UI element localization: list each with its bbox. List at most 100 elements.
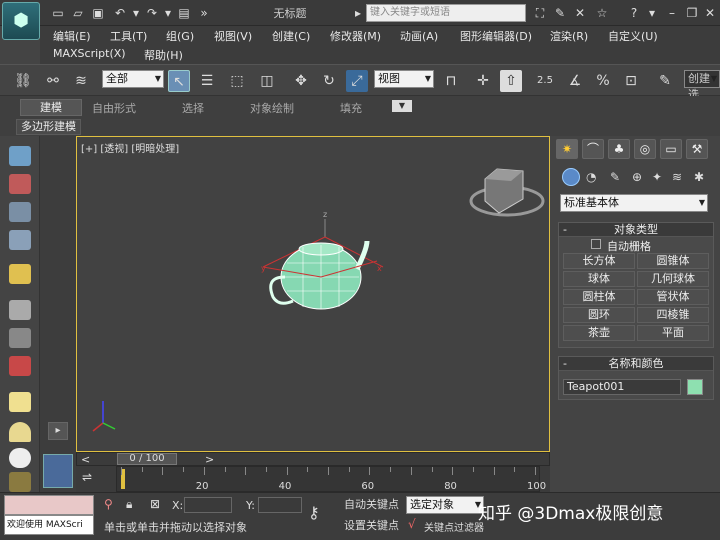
select-by-name-icon[interactable]: ☰	[196, 70, 218, 92]
tube-button[interactable]: 管状体	[637, 289, 709, 305]
layer-manager-icon[interactable]	[9, 202, 31, 222]
camera-icon[interactable]	[9, 300, 31, 320]
project-folder-icon[interactable]: ▤	[176, 5, 192, 21]
object-category-dropdown[interactable]: 标准基本体	[560, 194, 708, 212]
motion-tab-icon[interactable]: ◎	[634, 139, 656, 159]
autogrid-checkbox[interactable]	[591, 239, 601, 249]
time-slider-next[interactable]: >	[205, 453, 214, 466]
reference-coord-dropdown[interactable]: 视图	[374, 70, 434, 88]
object-color-swatch[interactable]	[687, 379, 703, 395]
tab-modeling[interactable]: 建模	[20, 99, 82, 116]
close-icon[interactable]: ✕	[702, 5, 718, 21]
plane-icon[interactable]	[9, 392, 31, 412]
systems-category-icon[interactable]: ✱	[694, 170, 704, 184]
favorites-star-icon[interactable]: ☆	[594, 5, 610, 21]
menu-graph-editors[interactable]: 图形编辑器(D)	[460, 28, 532, 44]
utilities-tab-icon[interactable]: ⚒	[686, 139, 708, 159]
help-icon[interactable]: ?	[626, 5, 642, 21]
bind-space-warp-icon[interactable]: ≋	[70, 70, 92, 92]
select-and-move-icon[interactable]: ✥	[290, 70, 312, 92]
create-tab-icon[interactable]: ✷	[556, 139, 578, 159]
redo-dropdown-icon[interactable]: ▾	[160, 5, 176, 21]
communication-icon[interactable]: ✎	[552, 5, 568, 21]
cone-button[interactable]: 圆锥体	[637, 253, 709, 269]
hierarchy-tab-icon[interactable]: ♣	[608, 139, 630, 159]
expand-arrow-icon[interactable]: ▸	[48, 422, 68, 440]
lock-selection-icon[interactable]: 🔒︎	[126, 497, 132, 512]
pivot-center-icon[interactable]: ⊓	[440, 70, 462, 92]
select-and-rotate-icon[interactable]: ↻	[318, 70, 340, 92]
cylinder-button[interactable]: 圆柱体	[563, 289, 635, 305]
named-selection-set-field[interactable]: 创建选	[684, 70, 720, 101]
save-icon[interactable]: ▣	[90, 5, 106, 21]
tab-object-paint[interactable]: 对象绘制	[250, 100, 294, 116]
angle-snap-icon[interactable]: ∡	[564, 70, 586, 92]
render-frame-icon[interactable]	[9, 174, 31, 194]
spinner-snap-icon[interactable]: ⊡	[620, 70, 642, 92]
select-object-icon[interactable]: ↖	[168, 70, 190, 92]
open-file-icon[interactable]: ▱	[70, 5, 86, 21]
absolute-mode-icon[interactable]: ⊠	[150, 497, 160, 511]
plane-button[interactable]: 平面	[637, 325, 709, 341]
manipulate-icon[interactable]: ✛	[472, 70, 494, 92]
snaps-toggle-icon[interactable]: 2.5	[534, 70, 556, 92]
restore-icon[interactable]: ❐	[684, 5, 700, 21]
select-and-link-icon[interactable]: ⛓	[12, 70, 34, 92]
rectangular-selection-icon[interactable]: ⬚	[226, 70, 248, 92]
menu-animation[interactable]: 动画(A)	[400, 28, 438, 44]
tab-populate[interactable]: 填充	[340, 100, 362, 116]
mini-curve-editor-icon[interactable]: ⇌	[82, 470, 104, 486]
spacewarps-category-icon[interactable]: ≋	[672, 170, 682, 184]
name-and-color-header[interactable]: - 名称和颜色	[559, 357, 713, 371]
menu-views[interactable]: 视图(V)	[214, 28, 252, 44]
ribbon-options-icon[interactable]: ▼	[392, 100, 412, 112]
search-arrow-icon[interactable]: ▸	[350, 5, 366, 21]
modify-tab-icon[interactable]: ⌒	[582, 139, 604, 159]
viewcube-icon[interactable]	[469, 168, 545, 217]
menu-help[interactable]: 帮助(H)	[144, 47, 183, 63]
binoculars-icon[interactable]: ⛶	[532, 5, 548, 21]
quick-access-more-icon[interactable]: »	[196, 5, 212, 21]
key-filter-icon[interactable]: √	[408, 517, 416, 531]
selection-filter-dropdown[interactable]: 全部	[102, 70, 164, 88]
mini-viewport-icon[interactable]	[43, 454, 73, 488]
maxscript-welcome-text[interactable]: 欢迎使用 MAXScri	[4, 515, 94, 535]
menu-create[interactable]: 创建(C)	[272, 28, 310, 44]
unlink-icon[interactable]: ⚯	[42, 70, 64, 92]
object-name-input[interactable]: Teapot001	[563, 379, 681, 395]
light-icon[interactable]	[9, 264, 31, 284]
geometry-category-icon[interactable]	[562, 168, 580, 186]
y-coordinate-field[interactable]	[258, 497, 302, 513]
new-file-icon[interactable]: ▭	[50, 5, 66, 21]
set-key-icon[interactable]: ⚷	[308, 503, 320, 522]
menu-maxscript[interactable]: MAXScript(X)	[53, 47, 126, 60]
undo-icon[interactable]: ↶	[112, 5, 128, 21]
lights-category-icon[interactable]: ✎	[610, 170, 620, 184]
exchange-icon[interactable]: ✕	[572, 5, 588, 21]
sphere-icon[interactable]	[9, 448, 31, 468]
display-tab-icon[interactable]: ▭	[660, 139, 682, 159]
teapot-button[interactable]: 茶壶	[563, 325, 635, 341]
select-and-scale-icon[interactable]: ⤢	[346, 70, 368, 92]
video-post-icon[interactable]	[9, 356, 31, 376]
teapot-object[interactable]	[262, 219, 384, 310]
pyramid-button[interactable]: 四棱锥	[637, 307, 709, 323]
time-slider-prev[interactable]: <	[81, 453, 90, 466]
time-slider[interactable]: < 0 / 100 >	[76, 452, 550, 466]
teapot-icon[interactable]	[9, 146, 31, 166]
key-filters-button[interactable]: 关键点过滤器	[424, 519, 484, 534]
auto-key-button[interactable]: 自动关键点	[344, 496, 399, 512]
time-slider-thumb[interactable]: 0 / 100	[117, 453, 177, 465]
percent-snap-icon[interactable]: %	[592, 70, 614, 92]
menu-tools[interactable]: 工具(T)	[110, 28, 147, 44]
helper-icon[interactable]	[9, 328, 31, 348]
cameras-category-icon[interactable]: ⊕	[632, 170, 642, 184]
pin-icon[interactable]: ⚲	[104, 497, 113, 511]
redo-icon[interactable]: ↷	[144, 5, 160, 21]
basket-icon[interactable]	[9, 472, 31, 492]
selected-object-dropdown[interactable]: 选定对象	[406, 496, 484, 514]
box-button[interactable]: 长方体	[563, 253, 635, 269]
minimize-icon[interactable]: –	[664, 5, 680, 21]
sphere-button[interactable]: 球体	[563, 271, 635, 287]
timeline-track[interactable]: 20 40 60 80 100	[116, 466, 546, 492]
